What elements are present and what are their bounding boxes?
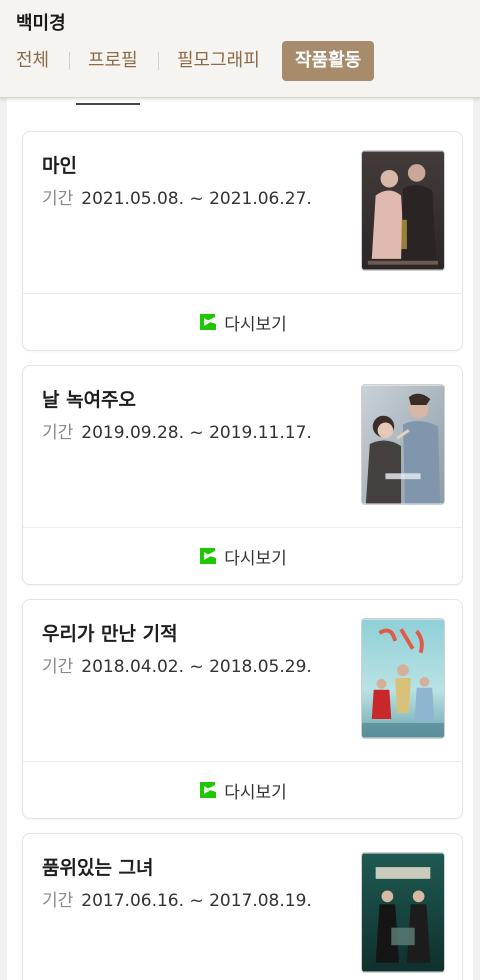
work-period: 기간 2019.09.28. ~ 2019.11.17.: [42, 418, 312, 443]
work-card: 품위있는 그녀 기간 2017.06.16. ~ 2017.08.19.: [22, 833, 463, 980]
work-title[interactable]: 마인: [42, 151, 77, 178]
work-period: 기간 2017.06.16. ~ 2017.08.19.: [42, 886, 312, 911]
replay-label: 다시보기: [224, 314, 287, 335]
play-icon: [200, 314, 217, 330]
tab-divider: [158, 52, 159, 70]
work-title[interactable]: 품위있는 그녀: [42, 853, 154, 880]
period-value: 2021.05.08. ~ 2021.06.27.: [81, 189, 312, 209]
drama-poster-elegant-her[interactable]: [361, 852, 445, 973]
tab-profile[interactable]: 프로필: [88, 41, 138, 81]
tab-works[interactable]: 작품활동: [282, 41, 375, 81]
sub-tab-indicator: [76, 103, 140, 105]
drama-poster-mine[interactable]: [361, 150, 445, 271]
poster-image: [362, 151, 444, 270]
work-card: 날 녹여주오 기간 2019.09.28. ~ 2019.11.17. 다시보기: [22, 365, 463, 585]
work-period: 기간 2021.05.08. ~ 2021.06.27.: [42, 184, 312, 209]
work-card-info[interactable]: 우리가 만난 기적 기간 2018.04.02. ~ 2018.05.29.: [23, 600, 462, 762]
period-label: 기간: [42, 657, 74, 677]
work-title[interactable]: 날 녹여주오: [42, 385, 136, 412]
replay-button[interactable]: 다시보기: [23, 762, 462, 818]
work-card-info[interactable]: 마인 기간 2021.05.08. ~ 2021.06.27.: [23, 132, 462, 294]
drama-poster-melting-me-softly[interactable]: [361, 384, 445, 505]
tab-divider: [69, 52, 70, 70]
person-name: 백미경: [16, 13, 66, 34]
work-card-info[interactable]: 품위있는 그녀 기간 2017.06.16. ~ 2017.08.19.: [23, 834, 462, 980]
works-list-area[interactable]: 마인 기간 2021.05.08. ~ 2021.06.27. 다시보기 날 녹…: [0, 98, 480, 980]
period-value: 2018.04.02. ~ 2018.05.29.: [81, 657, 312, 677]
work-period: 기간 2018.04.02. ~ 2018.05.29.: [42, 652, 312, 677]
replay-label: 다시보기: [224, 782, 287, 803]
replay-button[interactable]: 다시보기: [23, 294, 462, 350]
period-label: 기간: [42, 189, 74, 209]
profile-header: 백미경 전체 프로필 필모그래피 작품활동: [0, 0, 480, 98]
play-icon: [200, 548, 217, 564]
period-value: 2019.09.28. ~ 2019.11.17.: [81, 423, 312, 443]
work-title[interactable]: 우리가 만난 기적: [42, 619, 178, 646]
drama-poster-miracle-we-met[interactable]: [361, 618, 445, 739]
tab-filmography[interactable]: 필모그래피: [177, 41, 260, 81]
tab-all[interactable]: 전체: [16, 41, 49, 81]
play-icon: [200, 782, 217, 798]
period-label: 기간: [42, 423, 74, 443]
tab-bar: 전체 프로필 필모그래피 작품활동: [0, 41, 480, 81]
poster-image: [362, 619, 444, 738]
replay-label: 다시보기: [224, 548, 287, 569]
work-card-info[interactable]: 날 녹여주오 기간 2019.09.28. ~ 2019.11.17.: [23, 366, 462, 528]
period-value: 2017.06.16. ~ 2017.08.19.: [81, 891, 312, 911]
period-label: 기간: [42, 891, 74, 911]
poster-image: [362, 385, 444, 504]
work-card: 우리가 만난 기적 기간 2018.04.02. ~ 2018.05.29. 다…: [22, 599, 463, 819]
work-card: 마인 기간 2021.05.08. ~ 2021.06.27. 다시보기: [22, 131, 463, 351]
replay-button[interactable]: 다시보기: [23, 528, 462, 584]
poster-image: [362, 853, 444, 972]
